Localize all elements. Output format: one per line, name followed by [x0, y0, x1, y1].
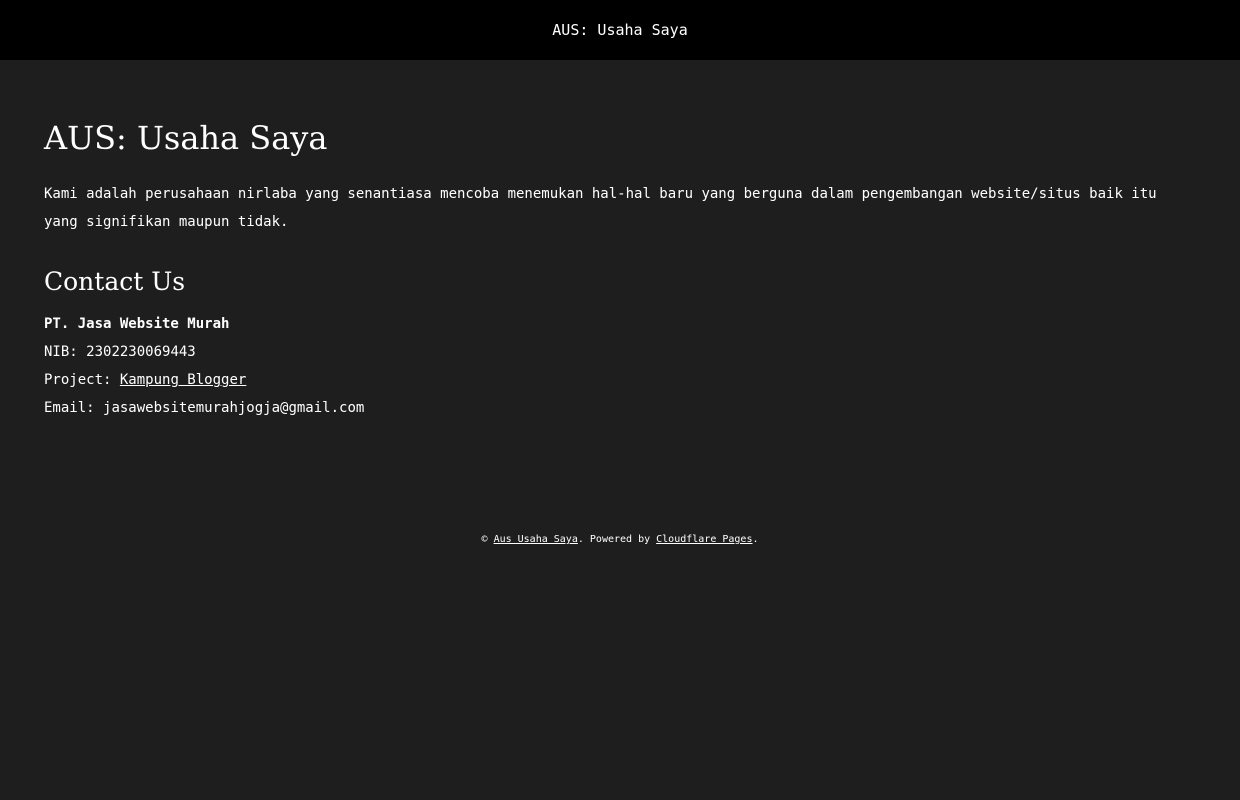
footer-end-punct: .: [752, 534, 759, 545]
footer: © Aus Usaha Saya. Powered by Cloudflare …: [0, 534, 1240, 545]
project-link[interactable]: Kampung Blogger: [120, 372, 246, 388]
main-content: AUS: Usaha Saya Kami adalah perusahaan n…: [0, 60, 1240, 422]
powered-by-text: . Powered by: [577, 534, 651, 545]
email-label: Email:: [44, 400, 95, 416]
copyright-symbol: ©: [481, 534, 488, 545]
email-value: jasawebsitemurahjogja@gmail.com: [103, 400, 365, 416]
project-line: Project: Kampung Blogger: [44, 366, 1196, 394]
company-name: PT. Jasa Website Murah: [44, 316, 230, 332]
nib-label: NIB:: [44, 344, 78, 360]
footer-site-link[interactable]: Aus Usaha Saya: [494, 534, 578, 545]
contact-heading: Contact Us: [44, 267, 186, 296]
header-title: AUS: Usaha Saya: [552, 21, 688, 39]
nib-line: NIB: 2302230069443: [44, 338, 1196, 366]
top-header: AUS: Usaha Saya: [0, 0, 1240, 60]
page-title: AUS: Usaha Saya: [44, 119, 328, 157]
email-line: Email: jasawebsitemurahjogja@gmail.com: [44, 394, 1196, 422]
project-label: Project:: [44, 372, 112, 388]
nib-value: 2302230069443: [86, 344, 196, 360]
intro-paragraph: Kami adalah perusahaan nirlaba yang sena…: [44, 186, 1157, 230]
footer-cloudflare-link[interactable]: Cloudflare Pages: [656, 534, 752, 545]
